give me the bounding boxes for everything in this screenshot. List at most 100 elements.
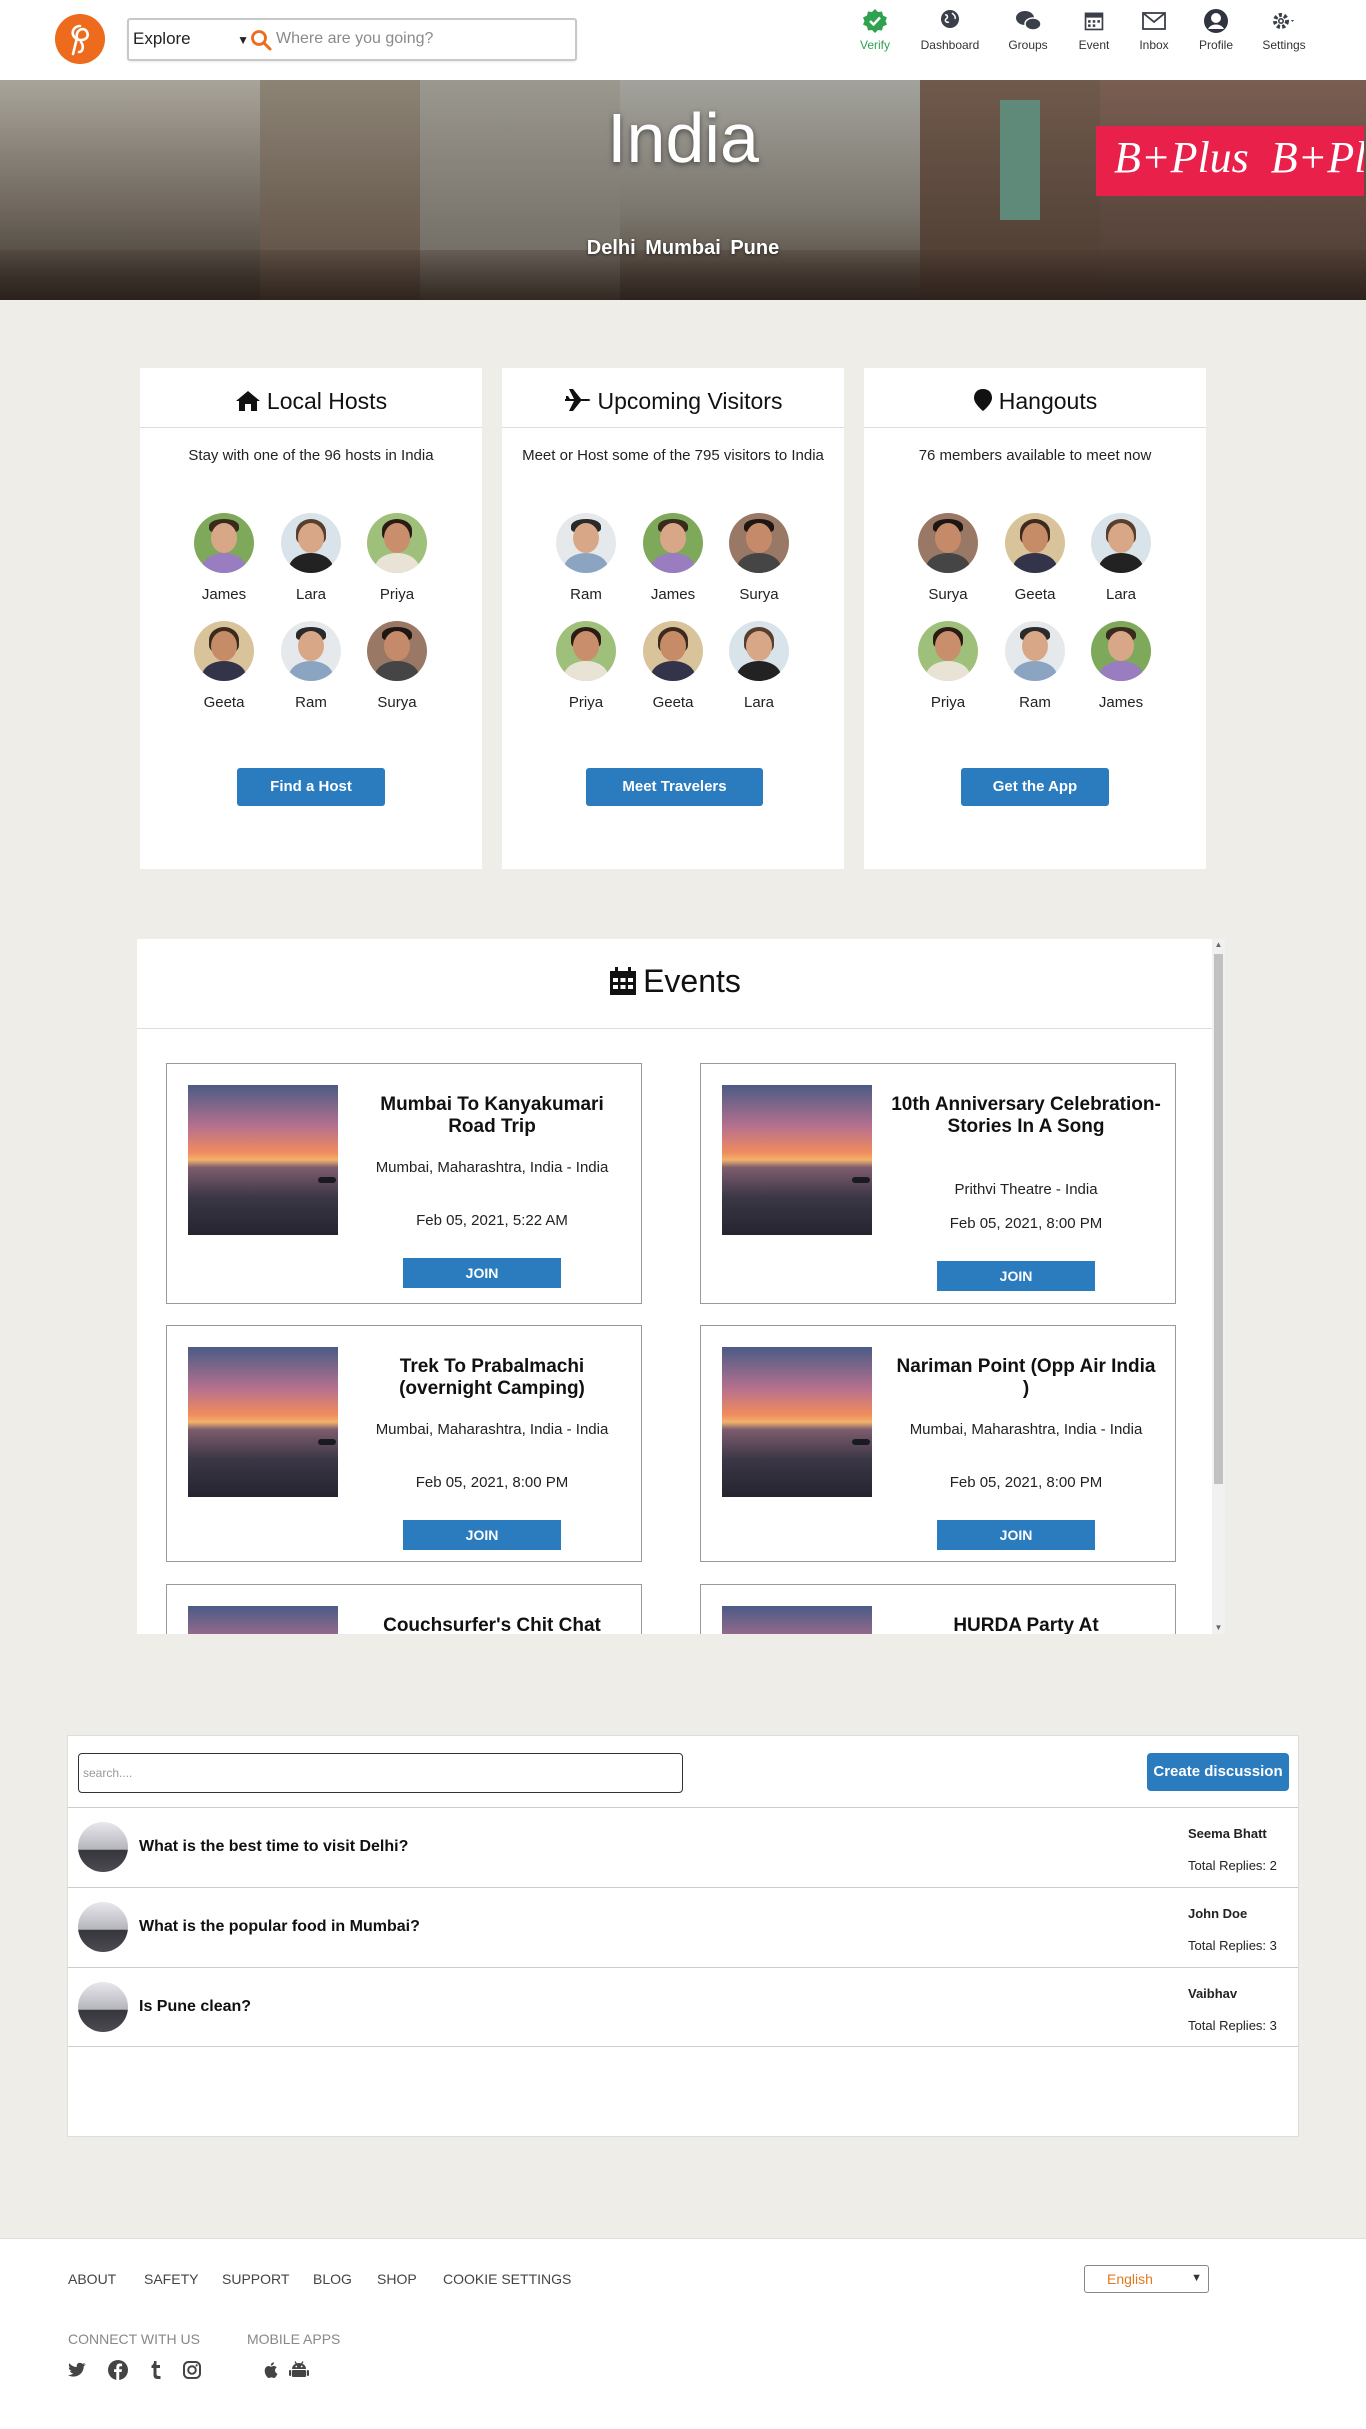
top-navigation-bar: Explore ▼ Where are you going? Verify Da… [0, 0, 1366, 80]
member-avatar[interactable]: Ram [546, 513, 626, 603]
member-name: James [650, 586, 696, 603]
search-icon[interactable] [249, 28, 273, 52]
member-name: Surya [377, 694, 417, 711]
join-event-button[interactable]: JOIN [937, 1261, 1095, 1291]
discussion-search-placeholder: search.... [83, 1766, 133, 1780]
member-avatar[interactable]: Priya [546, 621, 626, 711]
card-subtitle: Stay with one of the 96 hosts in India [188, 447, 434, 464]
member-avatar[interactable]: Geeta [995, 513, 1075, 603]
event-title[interactable]: HURDA Party At [891, 1615, 1161, 1634]
twitter-icon[interactable] [66, 2359, 88, 2381]
discussion-question[interactable]: What is the popular food in Mumbai? [139, 1918, 420, 1936]
calendar-icon [1076, 8, 1112, 34]
member-avatar[interactable]: Lara [1081, 513, 1161, 603]
event-title[interactable]: Mumbai To Kanyakumari Road Trip [357, 1094, 627, 1138]
member-avatar[interactable]: Geeta [184, 621, 264, 711]
join-event-button[interactable]: JOIN [937, 1520, 1095, 1550]
event-location: Prithvi Theatre - India [954, 1181, 1098, 1198]
event-card: HURDA Party At [700, 1584, 1176, 1634]
footer-link-about[interactable]: ABOUT [68, 2271, 116, 2287]
city-link[interactable]: Mumbai [645, 237, 721, 259]
discussion-row[interactable]: Is Pune clean? Vaibhav Total Replies: 3 [68, 1967, 1298, 2047]
footer-link-blog[interactable]: BLOG [313, 2271, 352, 2287]
member-name: Geeta [652, 694, 694, 711]
event-thumbnail[interactable] [722, 1347, 872, 1497]
footer-link-support[interactable]: SUPPORT [222, 2271, 289, 2287]
event-thumbnail[interactable] [722, 1606, 872, 1634]
member-avatar[interactable]: Lara [719, 621, 799, 711]
map-pin-icon [973, 389, 992, 411]
explore-select[interactable]: Explore ▼ [133, 29, 251, 51]
event-card: Couchsurfer's Chit Chat [166, 1584, 642, 1634]
get-app-button[interactable]: Get the App [961, 768, 1109, 806]
discussion-question[interactable]: Is Pune clean? [139, 1998, 251, 2016]
event-thumbnail[interactable] [188, 1347, 338, 1497]
discussion-question[interactable]: What is the best time to visit Delhi? [139, 1838, 408, 1856]
member-avatar[interactable]: Surya [357, 621, 437, 711]
member-avatar[interactable]: Priya [357, 513, 437, 603]
member-avatar[interactable]: Lara [271, 513, 351, 603]
discussion-author: Seema Bhatt [1188, 1826, 1267, 1841]
nav-verify[interactable]: Verify [857, 8, 893, 52]
event-title[interactable]: Couchsurfer's Chit Chat [357, 1615, 627, 1634]
nav-groups-label: Groups [1008, 38, 1048, 52]
meet-travelers-button[interactable]: Meet Travelers [586, 768, 763, 806]
city-link[interactable]: Pune [730, 237, 779, 259]
member-avatar[interactable]: Geeta [633, 621, 713, 711]
find-host-button[interactable]: Find a Host [237, 768, 385, 806]
card-title: Upcoming Visitors [597, 388, 783, 414]
scrollbar-thumb[interactable] [1214, 954, 1223, 1484]
apple-icon[interactable] [260, 2359, 282, 2381]
tumblr-icon[interactable] [145, 2359, 167, 2381]
event-title[interactable]: Nariman Point (Opp Air India ) [891, 1356, 1161, 1400]
member-avatar[interactable]: James [1081, 621, 1161, 711]
mobile-apps-heading: MOBILE APPS [247, 2331, 341, 2347]
couchsurfing-logo[interactable] [55, 14, 105, 64]
event-thumbnail[interactable] [188, 1606, 338, 1634]
member-name: Geeta [203, 694, 245, 711]
footer-link-safety[interactable]: SAFETY [144, 2271, 198, 2287]
nav-settings[interactable]: Settings [1262, 8, 1306, 52]
discussion-row[interactable]: What is the popular food in Mumbai? John… [68, 1887, 1298, 1967]
nav-dashboard[interactable]: Dashboard [919, 8, 981, 52]
join-event-button[interactable]: JOIN [403, 1258, 561, 1288]
event-thumbnail[interactable] [188, 1085, 338, 1235]
nav-inbox[interactable]: Inbox [1138, 8, 1170, 52]
member-name: Priya [568, 694, 604, 711]
footer-link-cookie-settings[interactable]: COOKIE SETTINGS [443, 2271, 571, 2287]
join-event-button[interactable]: JOIN [403, 1520, 561, 1550]
scroll-up-arrow-icon[interactable]: ▲ [1212, 939, 1225, 951]
member-avatar[interactable]: Ram [271, 621, 351, 711]
events-scrollbar[interactable]: ▲ ▼ [1212, 939, 1225, 1634]
event-title[interactable]: 10th Anniversary Celebration- Stories In… [891, 1094, 1161, 1138]
nav-profile[interactable]: Profile [1196, 8, 1236, 52]
member-name: Lara [295, 586, 327, 603]
member-avatar[interactable]: Ram [995, 621, 1075, 711]
nav-event[interactable]: Event [1076, 8, 1112, 52]
facebook-icon[interactable] [107, 2359, 129, 2381]
android-icon[interactable] [288, 2359, 310, 2381]
nav-dashboard-label: Dashboard [920, 38, 980, 52]
event-thumbnail[interactable] [722, 1085, 872, 1235]
footer-link-shop[interactable]: SHOP [377, 2271, 417, 2287]
discussion-search-input[interactable]: search.... [78, 1753, 683, 1793]
member-avatar[interactable]: Priya [908, 621, 988, 711]
instagram-icon[interactable] [181, 2359, 203, 2381]
reply-count: Total Replies: 3 [1188, 2018, 1277, 2033]
member-name: Ram [295, 694, 327, 711]
language-select[interactable]: English ▼ [1084, 2265, 1209, 2293]
member-avatar[interactable]: Surya [908, 513, 988, 603]
discussion-row[interactable]: What is the best time to visit Delhi? Se… [68, 1807, 1298, 1887]
member-avatar[interactable]: James [633, 513, 713, 603]
create-discussion-button[interactable]: Create discussion [1147, 1753, 1289, 1791]
event-date: Feb 05, 2021, 8:00 PM [949, 1474, 1103, 1491]
destination-search-input[interactable]: Where are you going? [276, 30, 433, 48]
nav-groups[interactable]: Groups [1005, 8, 1051, 52]
event-title[interactable]: Trek To Prabalmachi (overnight Camping) [357, 1356, 627, 1400]
discussions-panel: search.... Create discussion What is the… [67, 1735, 1299, 2137]
scroll-down-arrow-icon[interactable]: ▼ [1212, 1622, 1225, 1634]
city-link[interactable]: Delhi [587, 237, 636, 259]
member-name: James [1098, 694, 1144, 711]
member-avatar[interactable]: Surya [719, 513, 799, 603]
member-avatar[interactable]: James [184, 513, 264, 603]
